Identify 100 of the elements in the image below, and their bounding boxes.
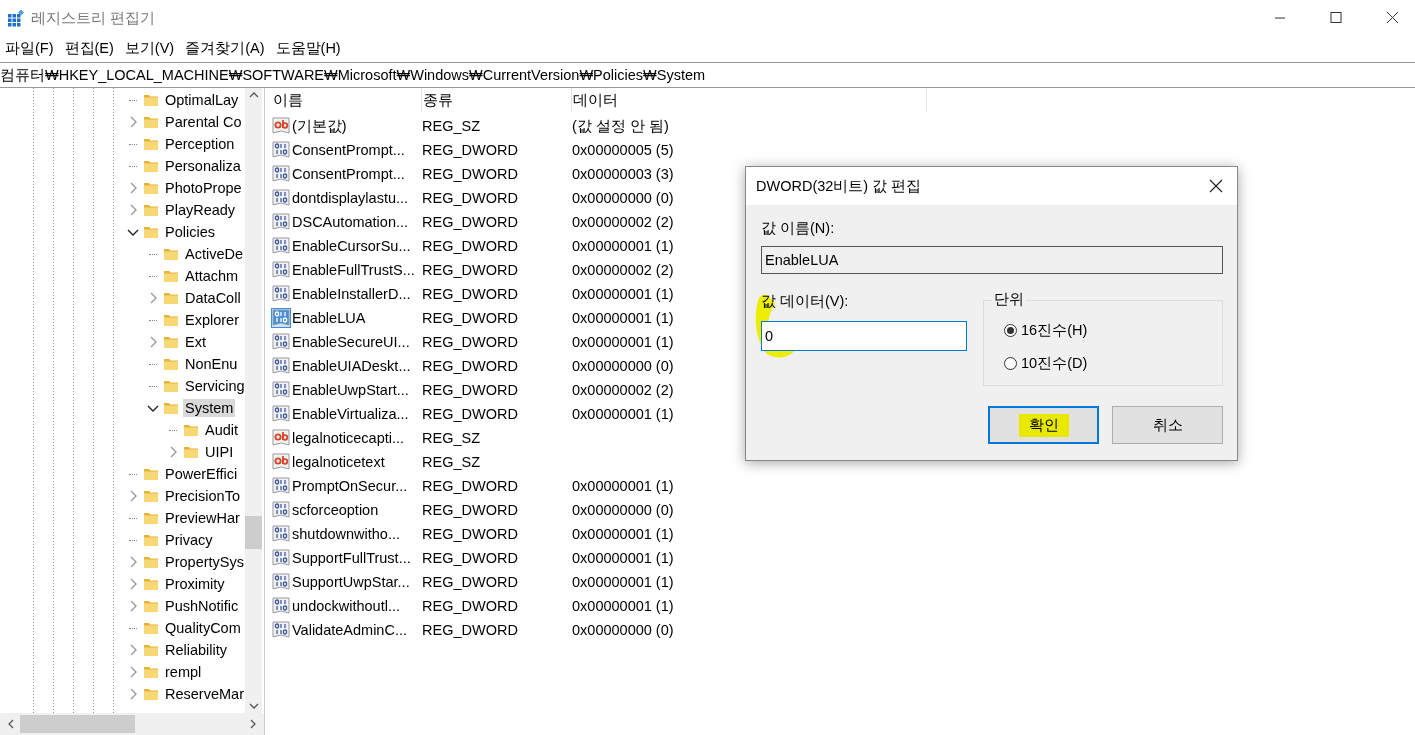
value-name[interactable]: shutdownwitho... bbox=[292, 526, 400, 542]
dialog-button[interactable]: 확인 bbox=[988, 406, 1099, 444]
tree-item[interactable]: QualityCom bbox=[163, 619, 243, 637]
tree-item[interactable]: PhotoPrope bbox=[163, 179, 244, 197]
tree-item[interactable]: PrecisionTo bbox=[163, 487, 242, 505]
close-icon[interactable] bbox=[1209, 179, 1223, 193]
folder-icon bbox=[143, 532, 159, 548]
menu-item[interactable]: 파일(F) bbox=[0, 38, 60, 58]
horizontal-scrollbar[interactable] bbox=[0, 713, 264, 735]
menu-item[interactable]: 도움말(H) bbox=[270, 38, 347, 58]
menu-item[interactable]: 즐겨찾기(A) bbox=[180, 38, 271, 58]
tree-item[interactable]: OptimalLay bbox=[163, 91, 241, 109]
tree-item[interactable]: Parental Co bbox=[163, 113, 244, 131]
vertical-scrollbar[interactable] bbox=[245, 88, 262, 713]
value-name[interactable]: PromptOnSecur... bbox=[292, 478, 408, 494]
value-type: REG_DWORD bbox=[422, 550, 518, 566]
scroll-thumb[interactable] bbox=[245, 516, 262, 549]
tree-item[interactable]: System bbox=[183, 399, 236, 417]
tree-item[interactable]: Explorer bbox=[183, 311, 241, 329]
scroll-right-icon[interactable] bbox=[248, 718, 258, 730]
folder-icon bbox=[163, 246, 179, 262]
value-type: REG_DWORD bbox=[422, 622, 518, 638]
value-name[interactable]: EnableLUA bbox=[292, 310, 366, 326]
value-data: 0x00000000 (0) bbox=[572, 190, 674, 206]
value-name[interactable]: (기본값) bbox=[292, 116, 347, 136]
tree-item[interactable]: Ext bbox=[183, 333, 208, 351]
value-name[interactable]: EnableInstallerD... bbox=[292, 286, 411, 302]
menu-item[interactable]: 편집(E) bbox=[59, 38, 120, 58]
value-type: REG_DWORD bbox=[422, 190, 518, 206]
scroll-left-icon[interactable] bbox=[6, 718, 16, 730]
value-data: (값 설정 안 됨) bbox=[572, 116, 669, 136]
value-name[interactable]: undockwithoutl... bbox=[292, 598, 400, 614]
folder-icon bbox=[143, 686, 159, 702]
folder-icon bbox=[143, 158, 159, 174]
value-name[interactable]: ConsentPrompt... bbox=[292, 166, 405, 182]
folder-icon bbox=[163, 334, 179, 350]
field-label: 값 이름(N): bbox=[761, 219, 836, 238]
scroll-thumb[interactable] bbox=[20, 715, 135, 733]
folder-icon bbox=[163, 268, 179, 284]
tree-item[interactable]: Personaliza bbox=[163, 157, 243, 175]
value-name[interactable]: SupportFullTrust... bbox=[292, 550, 411, 566]
value-type: REG_DWORD bbox=[422, 574, 518, 590]
tree-item[interactable]: Audit bbox=[203, 421, 241, 439]
value-name[interactable]: SupportUwpStar... bbox=[292, 574, 410, 590]
address-bar[interactable]: 컴퓨터₩HKEY_LOCAL_MACHINE₩SOFTWARE₩Microsoft₩Windows₩CurrentVersion₩Policies₩System bbox=[0, 62, 1415, 88]
value-name[interactable]: dontdisplaylastu... bbox=[292, 190, 409, 206]
value-data: 0x00000001 (1) bbox=[572, 238, 674, 254]
value-type: REG_DWORD bbox=[422, 214, 518, 230]
column-header[interactable]: 데이터 bbox=[572, 88, 927, 112]
value-name[interactable]: EnableFullTrustS... bbox=[292, 262, 415, 278]
tree-item[interactable]: Servicing bbox=[183, 377, 245, 395]
value-data: 0x00000002 (2) bbox=[572, 382, 674, 398]
tree-item[interactable]: Attachm bbox=[183, 267, 241, 285]
radio-option[interactable]: 10진수(D) bbox=[1004, 352, 1222, 374]
tree-item[interactable]: rempl bbox=[163, 663, 204, 681]
folder-icon bbox=[143, 554, 159, 570]
folder-icon bbox=[143, 114, 159, 130]
tree-item[interactable]: Reliability bbox=[163, 641, 230, 659]
tree-item[interactable]: Proximity bbox=[163, 575, 227, 593]
tree-item[interactable]: NonEnu bbox=[183, 355, 240, 373]
tree-item[interactable]: DataColl bbox=[183, 289, 243, 307]
tree-item[interactable]: Perception bbox=[163, 135, 237, 153]
tree-item[interactable]: UIPI bbox=[203, 443, 236, 461]
value-data: 0x00000001 (1) bbox=[572, 550, 674, 566]
value-name[interactable]: legalnoticecapti... bbox=[292, 430, 405, 446]
column-header[interactable]: 이름 bbox=[272, 88, 422, 112]
tree-item[interactable]: PushNotific bbox=[163, 597, 241, 615]
tree-item[interactable]: PlayReady bbox=[163, 201, 238, 219]
value-name[interactable]: ConsentPrompt... bbox=[292, 142, 405, 158]
value-data: 0x00000003 (3) bbox=[572, 166, 674, 182]
value-name[interactable]: EnableUIADeskt... bbox=[292, 358, 411, 374]
value-name[interactable]: legalnoticetext bbox=[292, 454, 385, 470]
menu-item[interactable]: 보기(V) bbox=[119, 38, 181, 58]
value-type: REG_SZ bbox=[422, 118, 480, 134]
value-type: REG_SZ bbox=[422, 430, 480, 446]
value-name[interactable]: scforceoption bbox=[292, 502, 379, 518]
folder-icon bbox=[143, 510, 159, 526]
value-type: REG_DWORD bbox=[422, 142, 518, 158]
dialog-button[interactable]: 취소 bbox=[1112, 406, 1223, 444]
tree-item[interactable]: Privacy bbox=[163, 531, 215, 549]
value-type: REG_DWORD bbox=[422, 502, 518, 518]
radio-option[interactable]: 16진수(H) bbox=[1004, 319, 1222, 341]
folder-icon bbox=[143, 202, 159, 218]
value-data: 0x00000001 (1) bbox=[572, 406, 674, 422]
value-name[interactable]: EnableVirtualiza... bbox=[292, 406, 409, 422]
tree-item[interactable]: PreviewHar bbox=[163, 509, 242, 527]
value-name[interactable]: DSCAutomation... bbox=[292, 214, 409, 230]
tree-item[interactable]: PowerEffici bbox=[163, 465, 240, 483]
value-type: REG_DWORD bbox=[422, 310, 518, 326]
value-name[interactable]: EnableCursorSu... bbox=[292, 238, 411, 254]
tree-item[interactable]: Policies bbox=[163, 223, 217, 241]
column-header[interactable]: 종류 bbox=[422, 88, 572, 112]
value-name[interactable]: EnableSecureUI... bbox=[292, 334, 410, 350]
value-data-field[interactable]: 0 bbox=[761, 321, 967, 351]
tree-item[interactable]: ReserveMar bbox=[163, 685, 245, 703]
tree-item[interactable]: ActiveDe bbox=[183, 245, 245, 263]
tree-item[interactable]: PropertySys bbox=[163, 553, 245, 571]
value-name[interactable]: ValidateAdminC... bbox=[292, 622, 407, 638]
value-name[interactable]: EnableUwpStart... bbox=[292, 382, 409, 398]
value-data: 0x00000002 (2) bbox=[572, 262, 674, 278]
